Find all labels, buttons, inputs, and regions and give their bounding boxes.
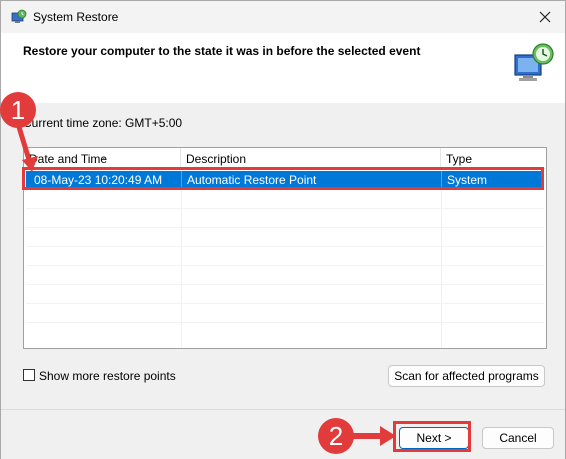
row-divider — [26, 284, 544, 285]
timezone-label: Current time zone: GMT+5:00 — [23, 116, 183, 130]
window-title: System Restore — [33, 10, 119, 24]
row-divider — [26, 265, 544, 266]
list-header: Date and Time ⌄ Description Type — [24, 148, 546, 169]
highlight-next-button-box — [393, 421, 471, 452]
row-divider — [26, 322, 544, 323]
column-header-description-label: Description — [186, 152, 247, 166]
scan-affected-programs-button[interactable]: Scan for affected programs — [388, 365, 545, 387]
step-2-badge: 2 — [318, 418, 354, 454]
system-restore-window: System Restore Restore your computer to … — [0, 0, 566, 459]
close-icon[interactable] — [535, 7, 555, 27]
step-1-badge: 1 — [0, 92, 36, 128]
show-more-label: Show more restore points — [39, 369, 176, 383]
column-divider — [181, 168, 182, 348]
column-divider — [441, 168, 442, 348]
restore-monitor-clock-icon — [514, 43, 554, 81]
column-header-type[interactable]: Type — [441, 148, 546, 168]
column-header-date[interactable]: Date and Time ⌄ — [24, 148, 181, 168]
sort-arrow-icon: ⌄ — [100, 151, 108, 161]
row-divider — [26, 246, 544, 247]
row-divider — [26, 208, 544, 209]
title-bar: System Restore — [1, 1, 565, 33]
column-header-date-label: Date and Time — [29, 152, 108, 166]
row-divider — [26, 227, 544, 228]
show-more-checkbox[interactable] — [23, 369, 35, 381]
footer-bar — [1, 409, 565, 459]
highlight-restore-point-box — [22, 167, 544, 190]
column-header-description[interactable]: Description — [181, 148, 441, 168]
header-panel: Restore your computer to the state it wa… — [1, 33, 565, 103]
system-restore-icon — [11, 9, 27, 23]
cancel-button[interactable]: Cancel — [482, 427, 554, 449]
column-header-type-label: Type — [446, 152, 473, 166]
page-heading: Restore your computer to the state it wa… — [23, 44, 421, 58]
row-divider — [26, 303, 544, 304]
